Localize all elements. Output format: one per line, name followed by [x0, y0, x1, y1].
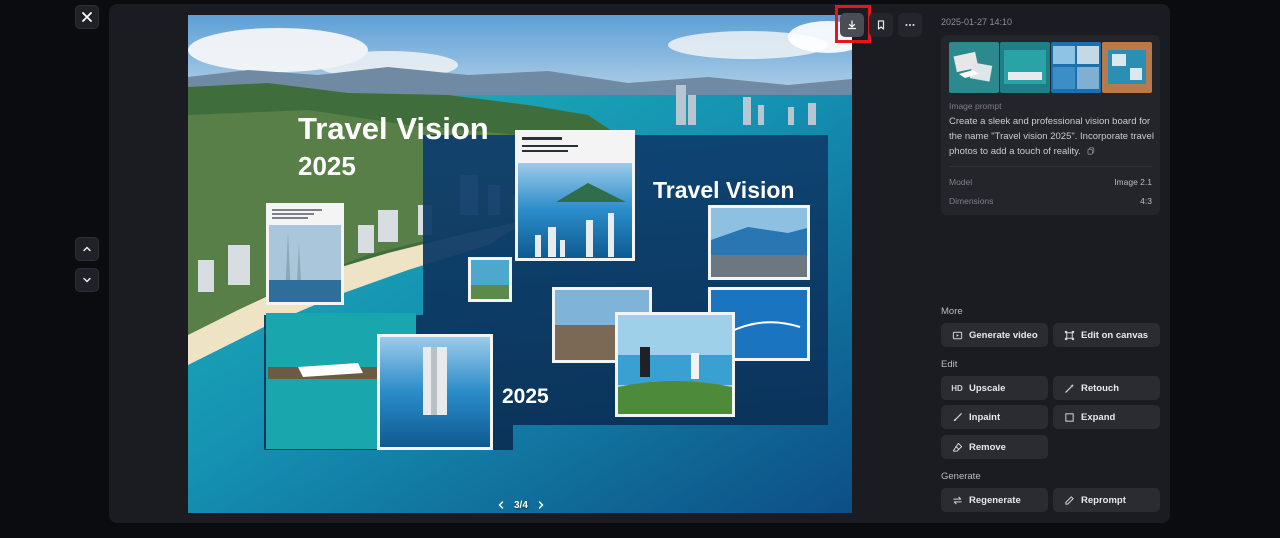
bookmark-icon [877, 20, 885, 30]
model-label: Model [949, 177, 973, 187]
pager-count: 3/4 [514, 499, 528, 511]
pencil-icon [1064, 495, 1074, 505]
section-more: More [941, 306, 963, 317]
section-generate: Generate [941, 471, 981, 482]
eraser-icon [952, 442, 962, 452]
thumbnail-strip [949, 42, 1152, 93]
bookmark-button[interactable] [869, 13, 893, 37]
thumbnail-3[interactable] [1051, 42, 1101, 93]
upscale-label: Upscale [969, 382, 1006, 394]
thumbnail-4[interactable] [1102, 42, 1152, 93]
prompt-label: Image prompt [949, 101, 1002, 111]
regenerate-button[interactable]: Regenerate [941, 488, 1048, 512]
section-edit: Edit [941, 359, 958, 370]
prompt-text-content: Create a sleek and professional vision b… [949, 116, 1154, 157]
magic-wand-icon [1064, 383, 1074, 393]
prompt-text: Create a sleek and professional vision b… [949, 114, 1155, 159]
video-icon [952, 331, 962, 339]
brush-icon [953, 412, 962, 421]
hd-icon: HD [951, 383, 963, 393]
image-headline-1: Travel Vision [298, 111, 489, 146]
close-button[interactable] [75, 5, 99, 29]
vision-board-image: Travel Vision 2025 Travel Vision 2025 [188, 15, 852, 513]
reprompt-button[interactable]: Reprompt [1053, 488, 1160, 512]
chevron-up-icon [83, 246, 91, 252]
chevron-left-icon [498, 501, 504, 509]
generate-video-label: Generate video [969, 329, 1038, 341]
thumbnail-1[interactable] [949, 42, 999, 93]
prompt-card: Image prompt Create a sleek and professi… [941, 35, 1160, 215]
regenerate-label: Regenerate [969, 494, 1021, 506]
remove-button[interactable]: Remove [941, 435, 1048, 459]
generate-video-button[interactable]: Generate video [941, 323, 1048, 347]
expand-button[interactable]: Expand [1053, 405, 1160, 429]
dimensions-value: 4:3 [1140, 196, 1152, 206]
image-headline-4: 2025 [502, 385, 549, 408]
dimensions-row: Dimensions 4:3 [949, 196, 1152, 206]
edit-on-canvas-label: Edit on canvas [1081, 329, 1149, 341]
remove-label: Remove [969, 441, 1006, 453]
thumbnail-2[interactable] [1000, 42, 1050, 93]
inpaint-label: Inpaint [969, 411, 1001, 423]
more-icon [905, 24, 915, 26]
expand-icon [1064, 412, 1074, 422]
download-highlight [835, 5, 871, 43]
next-image-button[interactable] [75, 268, 99, 292]
retouch-label: Retouch [1081, 382, 1119, 394]
regenerate-icon [952, 496, 962, 504]
card-divider [949, 166, 1152, 167]
retouch-button[interactable]: Retouch [1053, 376, 1160, 400]
inpaint-button[interactable]: Inpaint [941, 405, 1048, 429]
image-pager: 3/4 [496, 497, 546, 513]
created-timestamp: 2025-01-27 14:10 [941, 17, 1013, 27]
close-icon [82, 12, 92, 22]
chevron-down-icon [83, 277, 91, 283]
reprompt-label: Reprompt [1081, 494, 1126, 506]
image-headline-3: Travel Vision [653, 177, 794, 203]
model-value: Image 2.1 [1114, 177, 1152, 187]
edit-on-canvas-button[interactable]: Edit on canvas [1053, 323, 1160, 347]
chevron-right-icon [538, 501, 544, 509]
pager-prev-button[interactable] [496, 500, 506, 510]
generated-image[interactable]: Travel Vision 2025 Travel Vision 2025 [188, 15, 852, 513]
model-row: Model Image 2.1 [949, 177, 1152, 187]
pager-next-button[interactable] [536, 500, 546, 510]
canvas-icon [1064, 330, 1074, 340]
previous-image-button[interactable] [75, 237, 99, 261]
more-options-button[interactable] [898, 13, 922, 37]
copy-icon[interactable] [1087, 147, 1095, 155]
upscale-button[interactable]: HD Upscale [941, 376, 1048, 400]
expand-label: Expand [1081, 411, 1116, 423]
image-headline-2: 2025 [298, 151, 356, 181]
dimensions-label: Dimensions [949, 196, 994, 206]
